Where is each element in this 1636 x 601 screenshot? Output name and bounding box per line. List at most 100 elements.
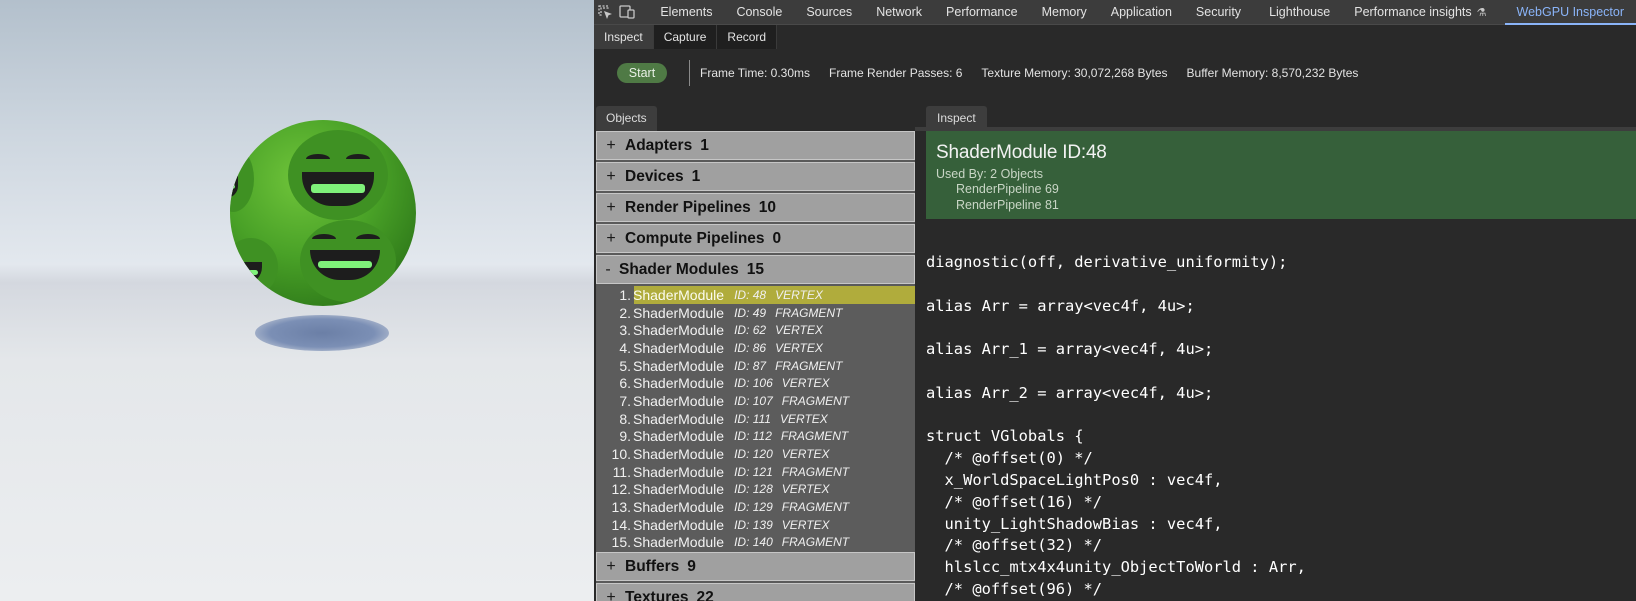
category-count: 15 [746, 260, 764, 278]
subtab-inspect[interactable]: Inspect [594, 25, 654, 49]
face-decal [230, 238, 278, 296]
category-render-pipelines[interactable]: + Render Pipelines 10 [596, 193, 915, 222]
shader-module-id: ID: 87 [734, 358, 767, 373]
shader-module-id: ID: 139 [734, 517, 773, 532]
status-divider [689, 59, 690, 86]
used-by-item[interactable]: RenderPipeline 81 [956, 197, 1636, 213]
tab-elements[interactable]: Elements [648, 0, 724, 25]
device-toolbar-icon[interactable] [616, 0, 638, 25]
tab-application[interactable]: Application [1099, 0, 1184, 25]
shader-module-row[interactable]: 7. ShaderModule ID: 107 FRAGMENT [596, 392, 915, 410]
shader-stage: VERTEX [775, 287, 823, 302]
webgpu-canvas[interactable] [0, 0, 594, 601]
start-button[interactable]: Start [617, 62, 667, 83]
face-mouth [302, 172, 374, 206]
category-name: Textures [625, 588, 689, 601]
shader-module-row[interactable]: 15. ShaderModule ID: 140 FRAGMENT [596, 534, 915, 552]
category-name: Render Pipelines [625, 198, 751, 216]
category-name: Devices [625, 167, 684, 185]
inspector-subtabs: Inspect Capture Record [594, 25, 778, 49]
shader-module-name: ShaderModule [633, 516, 725, 533]
collapse-icon[interactable]: - [597, 261, 619, 279]
face-eye [306, 154, 330, 164]
expand-icon[interactable]: + [597, 589, 625, 601]
shader-stage: VERTEX [775, 340, 823, 355]
shader-module-id: ID: 48 [734, 287, 767, 302]
shader-module-name: ShaderModule [633, 304, 725, 321]
shader-module-name: ShaderModule [633, 481, 725, 498]
expand-icon[interactable]: + [597, 137, 625, 155]
category-name: Compute Pipelines [625, 229, 765, 247]
shader-module-name: ShaderModule [633, 339, 725, 356]
shader-module-row[interactable]: 3. ShaderModule ID: 62 VERTEX [596, 321, 915, 339]
texture-memory: Texture Memory: 30,072,268 Bytes [981, 65, 1168, 80]
inspect-element-icon[interactable] [594, 0, 616, 25]
tab-network[interactable]: Network [864, 0, 934, 25]
tab-security[interactable]: Security [1184, 0, 1253, 25]
shader-stage: VERTEX [781, 482, 830, 497]
category-adapters[interactable]: + Adapters 1 [596, 131, 915, 160]
emoji-sphere [230, 120, 416, 306]
shader-module-row[interactable]: 11. ShaderModule ID: 121 FRAGMENT [596, 463, 915, 481]
devtools-panel: Elements Console Sources Network Perform… [594, 0, 1636, 601]
tab-sources[interactable]: Sources [794, 0, 864, 25]
expand-icon[interactable]: + [597, 230, 625, 248]
shader-module-row[interactable]: 9. ShaderModule ID: 112 FRAGMENT [596, 428, 915, 446]
shader-module-name: ShaderModule [633, 463, 725, 480]
objects-tab[interactable]: Objects [596, 106, 657, 131]
face-mouth [230, 176, 238, 198]
devtools-toolbar: Elements Console Sources Network Perform… [594, 0, 1636, 25]
shader-source-code[interactable]: diagnostic(off, derivative_uniformity); … [926, 252, 1636, 601]
category-devices[interactable]: + Devices 1 [596, 162, 915, 191]
category-textures[interactable]: + Textures 22 [596, 583, 915, 601]
shader-module-name: ShaderModule [633, 410, 725, 427]
shader-module-row[interactable]: 1. ShaderModule ID: 48 VERTEX [596, 286, 915, 304]
shader-module-id: ID: 106 [734, 376, 773, 391]
shader-stage: FRAGMENT [780, 429, 849, 444]
category-name: Adapters [625, 136, 693, 154]
face-eye [312, 234, 336, 244]
face-decal [300, 220, 396, 302]
category-compute-pipelines[interactable]: + Compute Pipelines 0 [596, 224, 915, 253]
shader-module-row[interactable]: 8. ShaderModule ID: 111 VERTEX [596, 410, 915, 428]
shader-module-name: ShaderModule [633, 286, 725, 303]
tab-performance-insights[interactable]: Performance insights ⚗ [1342, 0, 1498, 25]
face-eye [356, 234, 380, 244]
category-buffers[interactable]: + Buffers 9 [596, 552, 915, 582]
shader-module-id: ID: 140 [734, 535, 773, 550]
shader-module-row[interactable]: 2. ShaderModule ID: 49 FRAGMENT [596, 304, 915, 322]
subtab-record[interactable]: Record [717, 25, 778, 49]
row-number: 12. [611, 481, 631, 498]
shader-module-row[interactable]: 12. ShaderModule ID: 128 VERTEX [596, 481, 915, 499]
row-number: 8. [619, 410, 631, 427]
shader-stage: FRAGMENT [781, 464, 850, 479]
shader-module-row[interactable]: 4. ShaderModule ID: 86 VERTEX [596, 339, 915, 357]
shader-module-id: ID: 86 [734, 340, 767, 355]
used-by-item[interactable]: RenderPipeline 69 [956, 181, 1636, 197]
expand-icon[interactable]: + [597, 199, 625, 217]
row-number: 14. [611, 516, 631, 533]
inspect-header: ShaderModule ID:48 Used By: 2 Objects Re… [926, 131, 1636, 219]
tab-lighthouse[interactable]: Lighthouse [1253, 0, 1342, 25]
category-shader-modules[interactable]: - Shader Modules 15 [596, 255, 915, 284]
shader-module-row[interactable]: 6. ShaderModule ID: 106 VERTEX [596, 374, 915, 392]
shader-module-row[interactable]: 10. ShaderModule ID: 120 VERTEX [596, 445, 915, 463]
shader-module-name: ShaderModule [633, 375, 725, 392]
shader-module-id: ID: 62 [734, 323, 767, 338]
tab-performance[interactable]: Performance [934, 0, 1030, 25]
shader-module-row[interactable]: 14. ShaderModule ID: 139 VERTEX [596, 516, 915, 534]
shader-module-name: ShaderModule [633, 534, 725, 551]
expand-icon[interactable]: + [597, 168, 625, 186]
subtab-capture[interactable]: Capture [653, 25, 718, 49]
tab-webgpu-inspector[interactable]: WebGPU Inspector [1504, 0, 1636, 25]
frame-stats-bar: Start Frame Time: 0.30ms Frame Render Pa… [594, 49, 1636, 96]
shader-module-row[interactable]: 13. ShaderModule ID: 129 FRAGMENT [596, 498, 915, 516]
tab-console[interactable]: Console [724, 0, 794, 25]
expand-icon[interactable]: + [597, 558, 625, 576]
category-count: 9 [687, 557, 696, 575]
shader-stage: VERTEX [781, 376, 830, 391]
shader-module-row[interactable]: 5. ShaderModule ID: 87 FRAGMENT [596, 357, 915, 375]
tab-memory[interactable]: Memory [1030, 0, 1099, 25]
shader-stage: FRAGMENT [781, 393, 850, 408]
buffer-memory: Buffer Memory: 8,570,232 Bytes [1186, 65, 1359, 80]
